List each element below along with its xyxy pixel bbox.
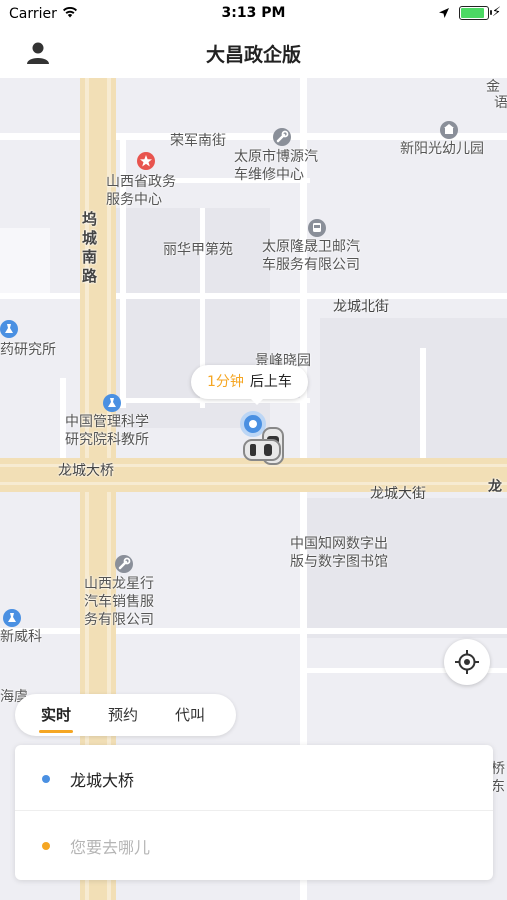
- eta-bubble: 1分钟 后上车: [191, 365, 308, 405]
- eta-suffix: 后上车: [249, 374, 292, 390]
- map-label: 中国管理科学 研究院科教所: [65, 414, 149, 448]
- locate-me-button[interactable]: [444, 639, 490, 685]
- car-icon: [243, 439, 281, 461]
- address-panel: 龙城大桥 您要去哪儿: [15, 745, 493, 880]
- battery-icon: [459, 6, 492, 20]
- battery-fill: [461, 8, 484, 18]
- map-label: 中国知网数字出 版与数字图书馆: [290, 536, 388, 570]
- map-view[interactable]: 荣军南街 太原市博源汽 车维修中心 新阳光幼儿园 金 语 山西省政务 服务中心 …: [0, 78, 507, 900]
- map-label: 荣军南街: [170, 133, 226, 149]
- map-label: 桥: [491, 761, 505, 777]
- clock: 3:13 PM: [221, 5, 286, 21]
- science-icon: [103, 394, 121, 412]
- bus-icon: [308, 219, 326, 237]
- destination-dot-icon: [42, 842, 50, 850]
- status-bar: Carrier 3:13 PM ⚡: [0, 0, 507, 28]
- science-icon: [3, 609, 21, 627]
- tab-realtime[interactable]: 实时: [38, 704, 74, 733]
- road-label: 龙城大桥: [58, 463, 114, 479]
- map-label: 东: [491, 779, 505, 795]
- map-label: 太原隆晟卫邮汽 车服务有限公司: [262, 239, 360, 273]
- map-label: 语: [494, 95, 507, 111]
- crosshair-icon: [455, 650, 479, 674]
- pickup-dot-icon: [42, 775, 50, 783]
- map-label: 太原市博源汽 车维修中心: [234, 149, 318, 183]
- road-label: 龙城大街: [370, 486, 426, 502]
- science-icon: [0, 320, 18, 338]
- pickup-row[interactable]: 龙城大桥: [15, 745, 493, 811]
- road-label: 龙: [488, 479, 502, 495]
- map-label: 新阳光幼儿园: [400, 141, 484, 157]
- road-label: 龙城北街: [333, 299, 389, 315]
- destination-row[interactable]: 您要去哪儿: [15, 812, 493, 878]
- nav-bar: 大昌政企版: [0, 28, 507, 78]
- page-title: 大昌政企版: [205, 44, 301, 66]
- wrench-icon: [273, 128, 291, 146]
- map-label: 丽华甲第苑: [163, 242, 233, 258]
- road-label-wucheng: 坞城南路: [82, 210, 98, 285]
- pickup-address: 龙城大桥: [70, 771, 135, 790]
- government-star-icon: [137, 152, 155, 170]
- tab-reserve[interactable]: 预约: [108, 704, 138, 725]
- map-label: 山西省政务 服务中心: [106, 174, 176, 208]
- wrench-icon: [115, 555, 133, 573]
- destination-input[interactable]: 您要去哪儿: [70, 834, 150, 858]
- charging-bolt-icon: ⚡: [492, 5, 502, 20]
- map-label: 新威科: [0, 629, 42, 645]
- eta-time: 1分钟: [207, 374, 244, 390]
- map-label: 药研究所: [0, 342, 56, 358]
- map-label: 山西龙星行 汽车销售服 务有限公司: [84, 576, 154, 628]
- ride-mode-tabs: 实时 预约 代叫: [15, 694, 236, 736]
- school-icon: [440, 121, 458, 139]
- tab-call-for-others[interactable]: 代叫: [175, 704, 205, 725]
- location-arrow-icon: [438, 7, 450, 23]
